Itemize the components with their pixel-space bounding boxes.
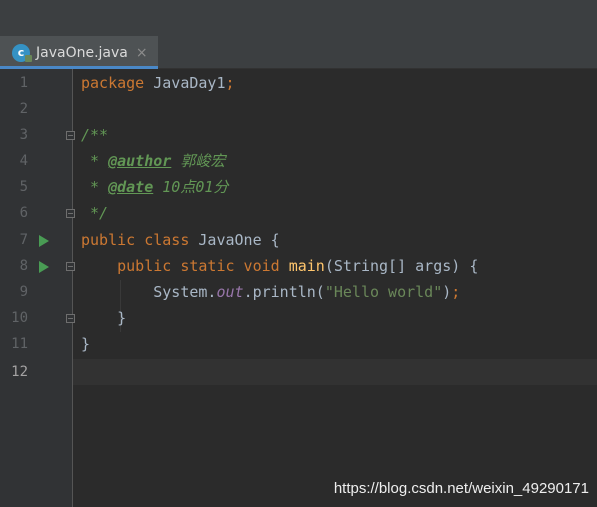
line-number: 4	[19, 153, 28, 169]
package-name: JavaDay1	[144, 74, 226, 92]
javadoc-open: /**	[81, 126, 109, 144]
code-line-3[interactable]: /**	[81, 122, 108, 148]
system-ref: System.	[153, 283, 217, 301]
class-close-brace: }	[81, 335, 91, 353]
java-class-icon: c	[12, 43, 32, 62]
fold-icon[interactable]	[66, 131, 75, 140]
tab-label: JavaOne.java	[36, 44, 128, 61]
javadoc-date-value: 10点01分	[153, 178, 229, 196]
javadoc-tag-author: @author	[108, 152, 172, 170]
code-line-4[interactable]: * @author 郭峻宏	[81, 148, 225, 174]
tab-javaone[interactable]: c JavaOne.java ×	[0, 36, 158, 69]
line-number: 1	[19, 75, 28, 91]
code-line-9[interactable]: System.out.println("Hello world");	[81, 279, 460, 305]
run-main-icon[interactable]	[39, 261, 49, 273]
keyword: public class	[81, 231, 190, 249]
code-line-7[interactable]: public class JavaOne {	[81, 227, 280, 253]
close-icon[interactable]: ×	[136, 45, 148, 61]
javadoc-close: */	[81, 204, 109, 222]
semicolon: ;	[451, 283, 461, 301]
line-number: 8	[19, 258, 28, 274]
code-line-11[interactable]: }	[81, 331, 90, 357]
line-number: 2	[19, 101, 28, 117]
class-decl: JavaOne {	[189, 231, 280, 249]
string-literal: "Hello world"	[324, 283, 443, 301]
code-line-10[interactable]: }	[81, 305, 126, 331]
static-field: out	[216, 283, 244, 301]
fold-icon[interactable]	[66, 262, 75, 271]
fold-icon[interactable]	[66, 209, 75, 218]
method-name: main	[288, 257, 325, 275]
watermark-url: https://blog.csdn.net/weixin_49290171	[333, 480, 589, 497]
javadoc-prefix: *	[81, 178, 109, 196]
paren-close: )	[442, 283, 452, 301]
code-line-5[interactable]: * @date 10点01分	[81, 174, 228, 200]
keyword: package	[81, 74, 145, 92]
code-line-12[interactable]	[81, 359, 597, 385]
javadoc-prefix: *	[81, 152, 109, 170]
println-call: .println(	[243, 283, 325, 301]
line-number: 5	[19, 179, 28, 195]
keyword: public static void	[117, 257, 280, 275]
line-number: 6	[19, 205, 28, 221]
code-line-6[interactable]: */	[81, 200, 108, 226]
line-number: 9	[19, 284, 28, 300]
line-number: 10	[11, 310, 28, 326]
fold-icon[interactable]	[66, 314, 75, 323]
line-number: 11	[11, 336, 28, 352]
method-close-brace: }	[81, 309, 127, 327]
line-number-current: 12	[11, 364, 28, 380]
javadoc-author-value: 郭峻宏	[171, 152, 226, 170]
code-line-8[interactable]: public static void main(String[] args) {	[81, 253, 478, 279]
line-number: 7	[19, 232, 28, 248]
line-number: 3	[19, 127, 28, 143]
code-line-1[interactable]: package JavaDay1;	[81, 70, 235, 96]
method-params: (String[] args) {	[324, 257, 479, 275]
run-class-icon[interactable]	[39, 235, 49, 247]
javadoc-tag-date: @date	[108, 178, 154, 196]
semicolon: ;	[225, 74, 235, 92]
